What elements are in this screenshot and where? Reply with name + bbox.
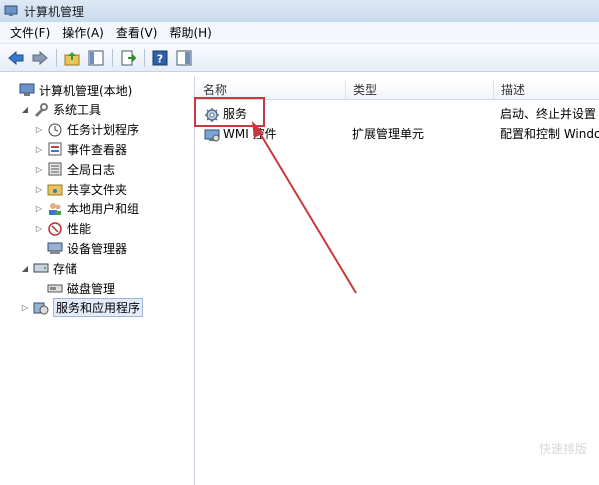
tools-icon bbox=[34, 102, 48, 117]
tree-item-label: 设备管理器 bbox=[67, 241, 128, 256]
back-button[interactable] bbox=[6, 48, 26, 68]
tree-item[interactable]: ▷ 共享文件夹 bbox=[34, 179, 127, 199]
action-pane-icon bbox=[176, 50, 192, 65]
list-item[interactable]: WMI 控件 扩展管理单元 配置和控制 Windo bbox=[196, 124, 599, 144]
tree-item[interactable]: ▷ 性能 bbox=[34, 219, 91, 239]
tree-item[interactable]: 磁盘管理 bbox=[34, 278, 115, 298]
menu-file[interactable]: 文件(F) bbox=[4, 22, 56, 44]
toolbar-separator bbox=[56, 48, 57, 67]
tree-item[interactable]: ▷ 事件查看器 bbox=[34, 139, 127, 159]
tree-item-label: 计算机管理(本地) bbox=[39, 83, 133, 98]
watermark: 快速排版 bbox=[538, 442, 587, 456]
show-console-tree-button[interactable] bbox=[86, 48, 106, 68]
tree-item-label: 事件查看器 bbox=[67, 142, 128, 157]
list-item-description: 启动、终止并设置 bbox=[500, 107, 597, 121]
list-item-name: WMI 控件 bbox=[223, 127, 277, 141]
expand-arrow-icon[interactable]: ▷ bbox=[34, 185, 44, 194]
expand-arrow-icon[interactable]: ▷ bbox=[34, 165, 44, 174]
tree-item-label: 服务和应用程序 bbox=[53, 298, 144, 318]
global-log-icon bbox=[48, 162, 62, 176]
task-scheduler-icon bbox=[48, 123, 62, 137]
tree-item[interactable]: ▷ 服务和应用程序 bbox=[20, 298, 144, 318]
annotation-highlight-box bbox=[194, 97, 265, 127]
tree-item[interactable]: ◢ 系统工具 bbox=[20, 100, 101, 120]
tree-item[interactable]: 设备管理器 bbox=[34, 238, 127, 258]
forward-arrow-icon bbox=[32, 50, 48, 65]
svg-text:?: ? bbox=[157, 52, 163, 65]
help-button[interactable]: ? bbox=[150, 48, 170, 68]
console-tree-icon bbox=[88, 50, 104, 65]
tree-item-label: 本地用户和组 bbox=[67, 202, 140, 217]
disk-management-icon bbox=[47, 284, 63, 293]
help-icon: ? bbox=[152, 50, 168, 65]
toolbar: ? bbox=[0, 44, 599, 72]
storage-icon bbox=[33, 263, 49, 273]
services-apps-icon bbox=[33, 302, 49, 315]
show-action-pane-button[interactable] bbox=[174, 48, 194, 68]
up-level-button[interactable] bbox=[62, 48, 82, 68]
forward-button[interactable] bbox=[30, 48, 50, 68]
menu-help[interactable]: 帮助(H) bbox=[163, 22, 217, 44]
toolbar-separator bbox=[112, 48, 113, 67]
folder-up-icon bbox=[64, 51, 80, 65]
tree-item-label: 存储 bbox=[53, 261, 78, 276]
tree-item-label: 全局日志 bbox=[67, 162, 116, 177]
expand-arrow-icon[interactable]: ◢ bbox=[20, 105, 30, 114]
toolbar-separator bbox=[144, 48, 145, 67]
device-manager-icon bbox=[47, 242, 63, 255]
back-arrow-icon bbox=[8, 50, 24, 65]
expand-arrow-icon[interactable]: ▷ bbox=[34, 125, 44, 134]
list-item-type: 扩展管理单元 bbox=[352, 127, 425, 141]
expand-arrow-icon[interactable]: ◢ bbox=[20, 264, 30, 273]
window-title: 计算机管理 bbox=[24, 4, 85, 19]
column-header-description[interactable]: 描述 bbox=[494, 80, 599, 100]
expand-arrow-icon[interactable]: ▷ bbox=[34, 224, 44, 233]
expand-arrow-icon[interactable]: ▷ bbox=[20, 303, 30, 312]
performance-icon bbox=[48, 221, 62, 236]
tree-item[interactable]: ▷ 任务计划程序 bbox=[34, 120, 139, 140]
console-tree: 计算机管理(本地) ◢ 系统工具 ▷ 任务计划程序 ▷ 事件查看器 ▷ 全局日志 ▷ 共享文件夹 ▷ 本… bbox=[0, 76, 195, 485]
users-icon bbox=[49, 202, 61, 215]
tree-item-label: 任务计划程序 bbox=[67, 123, 140, 138]
export-list-button[interactable] bbox=[118, 48, 138, 68]
list-item-type bbox=[352, 104, 492, 124]
export-icon bbox=[121, 50, 136, 65]
tree-item[interactable]: ◢ 存储 bbox=[20, 258, 77, 278]
expand-arrow-icon[interactable]: ▷ bbox=[34, 145, 44, 154]
tree-item[interactable]: ▷ 全局日志 bbox=[34, 159, 115, 179]
wmi-control-icon bbox=[204, 129, 220, 141]
menu-action[interactable]: 操作(A) bbox=[56, 22, 110, 44]
tree-item[interactable]: 计算机管理(本地) bbox=[6, 80, 132, 100]
column-header-type[interactable]: 类型 bbox=[346, 80, 494, 100]
computer-management-icon bbox=[19, 83, 35, 96]
shared-folder-icon bbox=[47, 184, 63, 196]
list-item-description: 配置和控制 Windo bbox=[500, 127, 599, 141]
tree-item-label: 磁盘管理 bbox=[67, 281, 116, 296]
menu-bar: 文件(F) 操作(A) 查看(V) 帮助(H) bbox=[0, 22, 599, 44]
tree-item-label: 性能 bbox=[67, 222, 92, 237]
tree-item-label: 系统工具 bbox=[53, 103, 102, 118]
menu-view[interactable]: 查看(V) bbox=[110, 22, 164, 44]
expand-arrow-icon[interactable]: ▷ bbox=[34, 204, 44, 213]
event-viewer-icon bbox=[48, 142, 62, 156]
details-list: 名称 类型 描述 服务 启动、终止并设置 WMI 控件 扩展管理单元 配置和控制… bbox=[196, 76, 599, 485]
computer-management-icon bbox=[4, 5, 18, 16]
tree-item-label: 共享文件夹 bbox=[67, 182, 128, 197]
tree-item[interactable]: ▷ 本地用户和组 bbox=[34, 199, 139, 219]
title-bar: 计算机管理 bbox=[0, 0, 599, 22]
